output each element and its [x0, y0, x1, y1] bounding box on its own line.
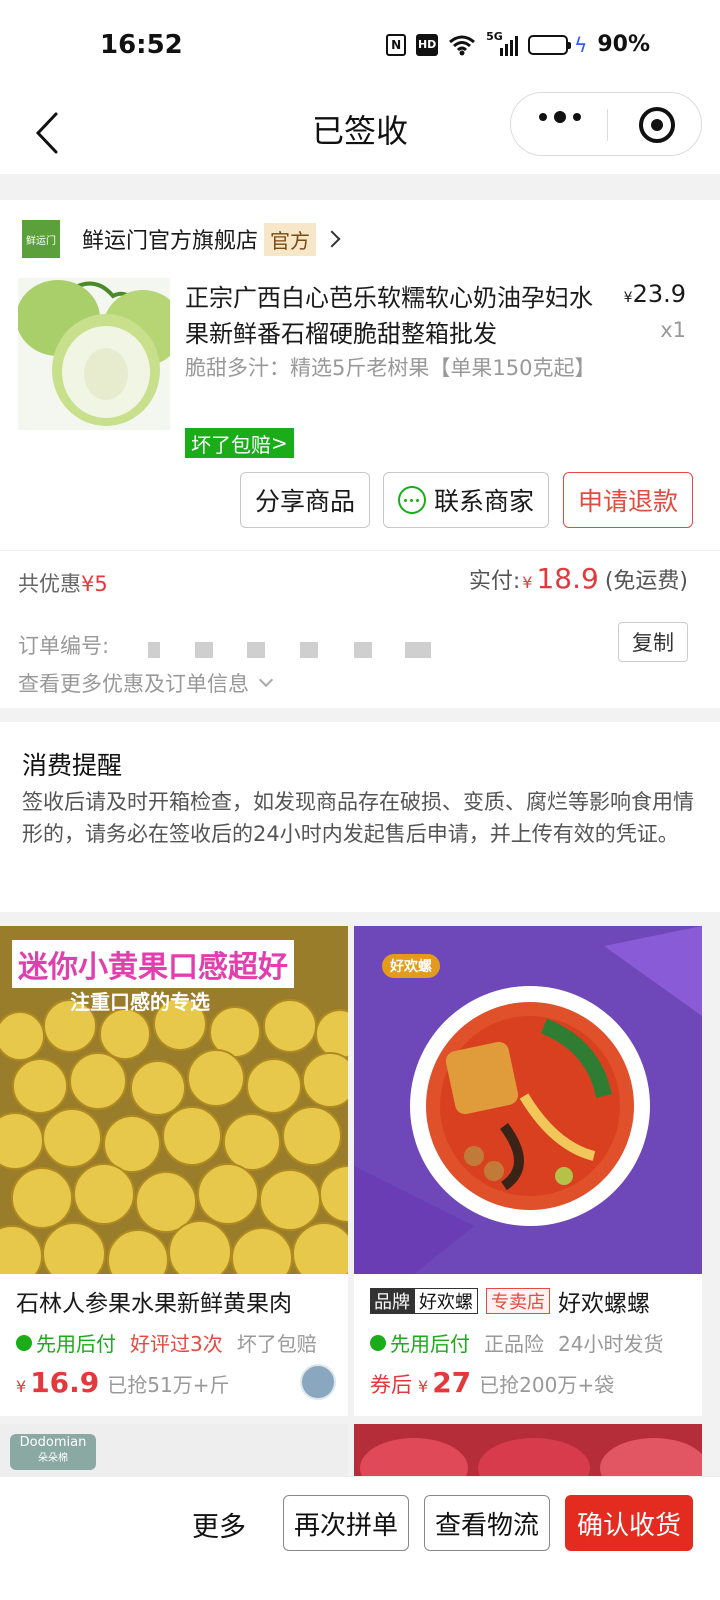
nfc-icon: N [386, 33, 407, 56]
status-time: 16:52 [100, 30, 183, 60]
masked-order-number [405, 642, 431, 658]
notice-text: 签收后请及时开箱检查，如发现商品存在破损、变质、腐烂等影响食用情形的，请务必在签… [22, 790, 694, 846]
order-number-label: 订单编号: [18, 634, 110, 658]
shop-tag: 专卖店 [486, 1288, 550, 1314]
copy-order-button[interactable]: 复制 [618, 622, 688, 662]
charging-icon: ϟ [574, 32, 588, 57]
miniprogram-capsule [510, 92, 702, 156]
discount-value: ¥5 [81, 572, 108, 596]
recommend-tags: 先用后付 好评过3次 坏了包赔 [16, 1328, 317, 1357]
recommend-card[interactable]: 好欢螺 品牌 好欢螺 专卖店 好欢螺螺 先用后付 正品险 24小时发货 券后 ¥27… [354, 926, 702, 1416]
recommend-title: 石林人参果水果新鲜黄果肉 [16, 1291, 292, 1317]
refund-button[interactable]: 申请退款 [563, 472, 693, 528]
recommend-card-next[interactable]: Dodomian 朵朵棉 [0, 1424, 348, 1476]
rating-tag: 好评过3次 [130, 1332, 223, 1356]
bottom-action-bar: 更多 再次拼单 查看物流 确认收货 [0, 1476, 720, 1600]
recommend-title: 好欢螺螺 [558, 1291, 650, 1317]
signal-icon: 5G [486, 30, 519, 56]
recommend-title-row: 品牌 好欢螺 专卖店 好欢螺螺 [370, 1284, 700, 1318]
pay-later-tag: 先用后付 [370, 1328, 470, 1357]
guarantee-badge[interactable]: 坏了包赔 > [185, 428, 294, 458]
store-logo: 鲜运门 [22, 220, 60, 258]
masked-order-number [300, 642, 318, 658]
pay-later-icon [16, 1334, 32, 1351]
more-options-icon[interactable] [539, 111, 581, 123]
masked-order-number [195, 642, 213, 658]
chevron-down-icon [258, 672, 274, 688]
paid-amount: 实付: ¥18.9 (免运费) [468, 562, 688, 595]
recommend-card-next[interactable] [354, 1424, 702, 1476]
masked-order-number [148, 642, 160, 658]
snail-noodle-image [354, 926, 702, 1274]
notice-title: 消费提醒 [22, 751, 123, 780]
confirm-receipt-button[interactable]: 确认收货 [565, 1495, 693, 1551]
more-button[interactable]: 更多 [192, 1505, 246, 1544]
recommend-image: 好欢螺 [354, 926, 702, 1274]
chat-icon [397, 486, 426, 514]
divider [0, 550, 720, 551]
battery-icon [528, 34, 572, 55]
apple-image [354, 1424, 702, 1476]
guarantee-tag: 坏了包赔 [236, 1332, 317, 1356]
brand-logo: 好欢螺 [382, 954, 440, 978]
product-image[interactable] [18, 278, 170, 430]
brand-logo: Dodomian 朵朵棉 [10, 1434, 96, 1470]
network-type: 5G [486, 29, 503, 43]
recommend-tags: 先用后付 正品险 24小时发货 [370, 1328, 663, 1357]
hd-icon: HD [416, 33, 439, 56]
recommend-card[interactable]: 迷你小黄果口感超好 注重口感的专选 石林人参果水果新鲜黄果肉 先用后付 好评过3… [0, 926, 348, 1416]
battery-percent: 90% [597, 32, 650, 57]
brand-tag: 品牌 好欢螺 [370, 1288, 478, 1314]
chevron-right-icon [323, 230, 341, 248]
more-order-info[interactable]: 查看更多优惠及订单信息 [18, 668, 274, 698]
close-miniprogram-icon[interactable] [639, 107, 675, 143]
shipping-tag: 24小时发货 [558, 1332, 664, 1356]
official-badge: 官方 [264, 222, 317, 256]
discount-total: 共优惠¥5 [18, 568, 108, 598]
masked-order-number [354, 642, 372, 658]
product-quantity: x1 [660, 318, 686, 342]
avatar [300, 1364, 336, 1400]
insurance-tag: 正品险 [484, 1332, 544, 1356]
product-title[interactable]: 正宗广西白心芭乐软糯软心奶油孕妇水果新鲜番石榴硬脆甜整箱批发 [185, 280, 600, 352]
masked-order-number [247, 642, 265, 658]
discount-label: 共优惠 [18, 572, 81, 596]
image-subcaption: 注重口感的专选 [70, 990, 210, 1014]
capsule-divider [607, 109, 608, 141]
wifi-icon [448, 34, 476, 56]
guava-image [18, 278, 170, 430]
store-header[interactable]: 鲜运门 鲜运门官方旗舰店 官方 [22, 220, 341, 258]
share-product-button[interactable]: 分享商品 [240, 472, 370, 528]
store-name: 鲜运门官方旗舰店 [82, 229, 259, 254]
status-bar: 16:52 N HD 5G ϟ 90% [0, 0, 720, 92]
recommend-price: 券后 ¥27 已抢200万+袋 [370, 1366, 615, 1399]
recommend-price: ¥16.9 已抢51万+斤 [16, 1366, 230, 1399]
image-caption: 迷你小黄果口感超好 [12, 940, 294, 988]
pay-later-icon [370, 1334, 386, 1351]
recommend-image: 迷你小黄果口感超好 注重口感的专选 [0, 926, 348, 1274]
pay-later-tag: 先用后付 [16, 1328, 116, 1357]
view-logistics-button[interactable]: 查看物流 [424, 1495, 550, 1551]
nav-bar: 已签收 [0, 92, 720, 174]
rebuy-button[interactable]: 再次拼单 [283, 1495, 409, 1551]
contact-seller-button[interactable]: 联系商家 [383, 472, 549, 528]
product-price: ¥23.9 [623, 280, 686, 308]
product-spec: 脆甜多汁：精选5斤老树果【单果150克起】 [185, 356, 596, 380]
